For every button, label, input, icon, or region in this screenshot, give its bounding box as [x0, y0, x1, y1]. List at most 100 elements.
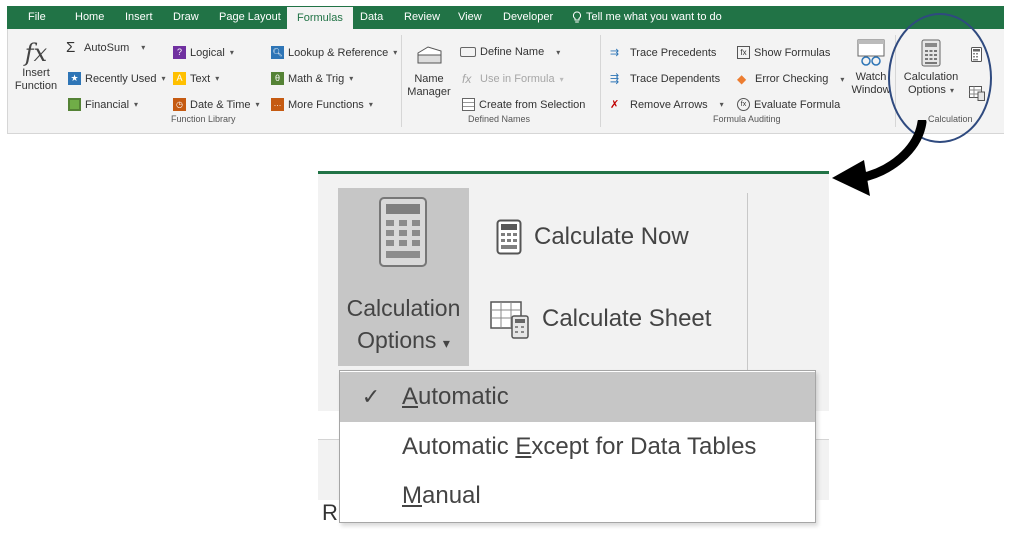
date-time-button[interactable]: ◷ Date & Time ▾ [173, 98, 260, 111]
name-manager-label-2: Manager [407, 86, 451, 98]
trace-precedents-icon: ⇉ [610, 47, 620, 59]
lookup-reference-label: Lookup & Reference [288, 46, 389, 59]
recently-used-label: Recently Used [85, 72, 157, 85]
zoom-calculate-now-button[interactable]: Calculate Now [496, 219, 689, 255]
autosum-button[interactable]: Σ AutoSum ▾ [66, 39, 145, 56]
calculation-options-menu: ✓ Automatic Automatic Except for Data Ta… [339, 370, 816, 523]
excel-ribbon: File Home Insert Draw Page Layout Formul… [7, 6, 1004, 134]
formula-auditing-group-label: Formula Auditing [713, 114, 781, 124]
lookup-book-icon: 🔍︎ [271, 46, 284, 59]
more-functions-button[interactable]: … More Functions ▾ [271, 98, 373, 111]
tell-me-search[interactable]: Tell me what you want to do [572, 6, 722, 29]
remove-arrows-button[interactable]: ✗ Remove Arrows ▾ [610, 98, 724, 112]
menu-item-manual[interactable]: Manual [340, 471, 815, 521]
insert-function-label-1: Insert [22, 67, 50, 79]
fx-tag-icon: fx [462, 72, 472, 86]
ribbon-body: fx Insert Function Σ AutoSum ▾ ★ Recentl… [7, 29, 1004, 134]
trace-precedents-label: Trace Precedents [630, 46, 717, 59]
show-formulas-label: Show Formulas [754, 46, 831, 59]
trace-dependents-icon: ⇶ [610, 73, 620, 85]
watch-window-button[interactable]: Watch Window [851, 39, 891, 97]
financial-button[interactable]: Financial ▾ [68, 98, 138, 111]
use-in-formula-button[interactable]: fx Use in Formula ▾ [462, 72, 564, 86]
chevron-down-icon: ▾ [368, 100, 373, 109]
sheet-calculator-icon [490, 301, 529, 339]
zoom-calculation-options-button[interactable]: Calculation Options ▾ [338, 188, 469, 366]
watch-window-icon [857, 39, 885, 66]
tab-file[interactable]: File [28, 6, 46, 29]
tab-formulas[interactable]: Formulas [287, 7, 353, 31]
financial-label: Financial [85, 98, 130, 111]
group-separator [600, 35, 601, 127]
tab-developer[interactable]: Developer [503, 6, 553, 29]
name-tag-icon [417, 46, 442, 64]
chevron-down-icon: ▾ [255, 100, 260, 109]
menu-item-automatic-except-data-tables[interactable]: Automatic Except for Data Tables [340, 422, 815, 472]
partial-cell-text: R [322, 500, 338, 525]
trace-dependents-label: Trace Dependents [630, 72, 721, 85]
remove-arrows-icon: ✗ [610, 99, 620, 111]
grid-selection-icon [462, 98, 475, 111]
evaluate-formula-icon: fx [737, 98, 750, 111]
evaluate-formula-label: Evaluate Formula [754, 98, 841, 111]
autosum-label: AutoSum [84, 41, 130, 54]
create-from-selection-label: Create from Selection [479, 98, 586, 111]
evaluate-formula-button[interactable]: fx Evaluate Formula [737, 98, 840, 111]
recently-used-button[interactable]: ★ Recently Used ▾ [68, 72, 166, 85]
tab-view[interactable]: View [458, 6, 482, 29]
calculator-icon [496, 219, 522, 255]
chevron-down-icon: ▾ [161, 74, 166, 83]
tab-home[interactable]: Home [75, 6, 104, 29]
group-separator [747, 193, 748, 373]
show-formulas-icon: fx [737, 46, 750, 59]
error-checking-button[interactable]: ◆ Error Checking ▾ [737, 72, 844, 86]
chevron-down-icon: ▾ [215, 74, 220, 83]
insert-function-label-2: Function [14, 80, 58, 92]
chevron-down-icon: ▾ [393, 48, 398, 57]
chevron-down-icon: ▾ [840, 74, 845, 84]
lookup-reference-button[interactable]: 🔍︎ Lookup & Reference ▾ [271, 46, 397, 59]
tab-page-layout[interactable]: Page Layout [219, 6, 281, 29]
menu-item-automatic[interactable]: ✓ Automatic [340, 372, 815, 422]
defined-names-group-label: Defined Names [468, 114, 531, 124]
logical-button[interactable]: ? Logical ▾ [173, 46, 234, 59]
chevron-down-icon: ▾ [229, 48, 234, 57]
trace-precedents-button[interactable]: ⇉ Trace Precedents [610, 46, 717, 60]
tab-draw[interactable]: Draw [173, 6, 199, 29]
create-from-selection-button[interactable]: Create from Selection [462, 98, 585, 111]
remove-arrows-label: Remove Arrows [630, 98, 708, 111]
zoom-calc-options-label: Calculation Options ▾ [338, 292, 469, 359]
fx-icon: fx [24, 39, 48, 67]
define-name-button[interactable]: Define Name ▾ [460, 46, 560, 58]
math-trig-label: Math & Trig [288, 72, 345, 85]
math-trig-button[interactable]: θ Math & Trig ▾ [271, 72, 353, 85]
clock-book-icon: ◷ [173, 98, 186, 111]
sigma-icon: Σ [66, 39, 76, 56]
error-checking-label: Error Checking [755, 73, 829, 85]
show-formulas-button[interactable]: fx Show Formulas [737, 46, 830, 59]
text-button[interactable]: A Text ▾ [173, 72, 219, 85]
watch-window-label-2: Window [851, 84, 891, 96]
text-book-icon: A [173, 72, 186, 85]
define-name-label: Define Name [480, 46, 545, 58]
date-time-label: Date & Time [190, 98, 251, 111]
question-book-icon: ? [173, 46, 186, 59]
function-library-group-label: Function Library [171, 114, 236, 124]
tab-review[interactable]: Review [404, 6, 440, 29]
name-manager-button[interactable]: Name Manager [406, 43, 452, 99]
tab-insert[interactable]: Insert [125, 6, 153, 29]
use-in-formula-label: Use in Formula [480, 73, 555, 85]
chevron-down-icon: ▾ [559, 74, 564, 84]
tab-data[interactable]: Data [360, 6, 383, 29]
trace-dependents-button[interactable]: ⇶ Trace Dependents [610, 72, 721, 86]
zoom-calc-options-line2: Options ▾ [357, 327, 450, 353]
zoom-calculate-sheet-button[interactable]: Calculate Sheet [490, 299, 711, 339]
error-checking-icon: ◆ [737, 72, 747, 86]
group-separator [401, 35, 402, 127]
text-label: Text [190, 72, 211, 85]
chevron-down-icon: ▾ [719, 100, 724, 109]
menu-item-automatic-label: Automatic [402, 383, 509, 410]
name-manager-label-1: Name [414, 73, 444, 85]
insert-function-button[interactable]: fx Insert Function [12, 39, 60, 93]
financial-book-icon [68, 98, 81, 111]
